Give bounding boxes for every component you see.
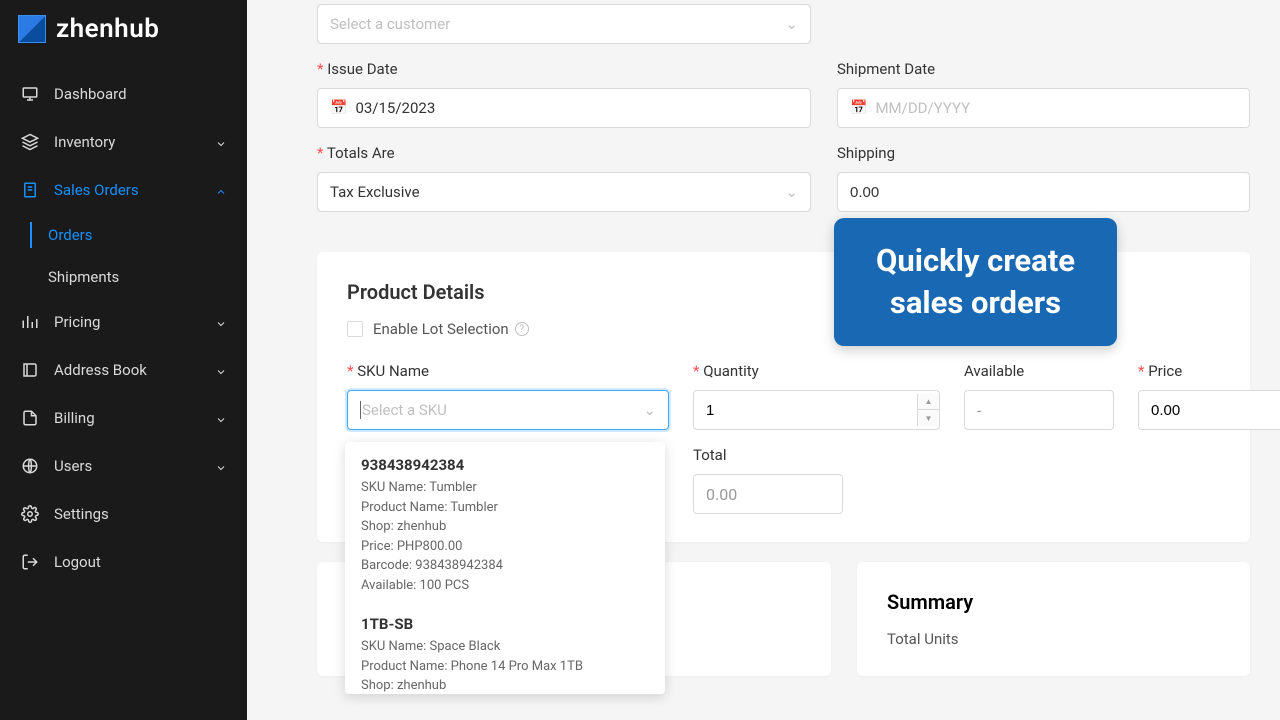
price-label: Price (1138, 362, 1280, 380)
price-value[interactable] (1139, 402, 1280, 419)
enable-lot-label: Enable Lot Selection (373, 320, 509, 338)
logout-icon (20, 552, 40, 572)
stepper-up-button[interactable]: ▲ (918, 394, 939, 410)
brand-logo-icon (18, 15, 46, 43)
total-label: Total (693, 446, 843, 464)
sku-option-productname: Product Name: Phone 14 Pro Max 1TB (361, 657, 649, 677)
nav-label: Billing (54, 409, 215, 427)
sku-option-2[interactable]: 1TB-SB SKU Name: Space Black Product Nam… (345, 605, 665, 694)
price-input[interactable]: ▲ ▼ (1138, 390, 1280, 430)
summary-total-units-label: Total Units (887, 630, 1220, 648)
chevron-down-icon: ⌄ (785, 15, 798, 33)
help-icon[interactable]: ? (515, 322, 529, 336)
nav-label: Pricing (54, 313, 215, 331)
available-value: - (964, 390, 1114, 430)
nav-label: Sales Orders (54, 181, 215, 199)
sku-dropdown-menu: 938438942384 SKU Name: Tumbler Product N… (345, 442, 665, 694)
brand-name: zhenhub (56, 14, 159, 44)
sku-option-shop: Shop: zhenhub (361, 517, 649, 537)
callout-line-2: sales orders (876, 282, 1075, 324)
sku-option-shop: Shop: zhenhub (361, 676, 649, 694)
totals-are-select[interactable]: Tax Exclusive ⌄ (317, 172, 811, 212)
sidebar-item-sales-orders[interactable]: Sales Orders (0, 166, 247, 214)
sku-option-barcode: Barcode: 938438942384 (361, 556, 649, 576)
shipping-label: Shipping (837, 144, 1250, 162)
logo: zhenhub (0, 0, 247, 62)
calendar-icon: 📅 (850, 100, 867, 116)
shipment-date-input[interactable]: 📅 MM/DD/YYYY (837, 88, 1250, 128)
sku-option-skuname: SKU Name: Tumbler (361, 478, 649, 498)
promo-callout: Quickly create sales orders (834, 218, 1117, 346)
sidebar-subitem-shipments[interactable]: Shipments (0, 256, 247, 298)
chevron-down-icon (215, 460, 227, 472)
stepper-down-button[interactable]: ▼ (918, 410, 939, 426)
sku-option-available: Available: 100 PCS (361, 576, 649, 596)
sidebar-item-logout[interactable]: Logout (0, 538, 247, 586)
chevron-down-icon (215, 136, 227, 148)
gear-icon (20, 504, 40, 524)
sidebar-item-address-book[interactable]: Address Book (0, 346, 247, 394)
quantity-label: Quantity (693, 362, 940, 380)
sku-option-code: 1TB-SB (361, 615, 649, 633)
nav-label: Logout (54, 553, 227, 571)
callout-line-1: Quickly create (876, 240, 1075, 282)
issue-date-label: Issue Date (317, 60, 811, 78)
sku-option-skuname: SKU Name: Space Black (361, 637, 649, 657)
file-icon (20, 408, 40, 428)
enable-lot-checkbox[interactable] (347, 321, 363, 337)
customer-placeholder: Select a customer (330, 15, 450, 33)
sku-placeholder: Select a SKU (360, 401, 447, 419)
shipment-date-placeholder: MM/DD/YYYY (875, 99, 970, 117)
clipboard-icon (20, 180, 40, 200)
layers-icon (20, 132, 40, 152)
totals-are-label: Totals Are (317, 144, 811, 162)
sku-name-label: SKU Name (347, 362, 669, 380)
sku-option-price: Price: PHP800.00 (361, 537, 649, 557)
sidebar-item-billing[interactable]: Billing (0, 394, 247, 442)
sku-select[interactable]: Select a SKU ⌄ (347, 390, 669, 430)
chevron-down-icon: ⌄ (643, 401, 656, 419)
sidebar-item-pricing[interactable]: Pricing (0, 298, 247, 346)
nav-label: Settings (54, 505, 227, 523)
nav-label: Address Book (54, 361, 215, 379)
sidebar-item-users[interactable]: Users (0, 442, 247, 490)
sidebar-item-settings[interactable]: Settings (0, 490, 247, 538)
summary-card: Summary Total Units (857, 562, 1250, 676)
quantity-input[interactable]: ▲ ▼ (693, 390, 940, 430)
sidebar-subitem-orders[interactable]: Orders (0, 214, 247, 256)
sku-option-code: 938438942384 (361, 456, 649, 474)
chevron-down-icon (215, 364, 227, 376)
quantity-value[interactable] (694, 402, 917, 419)
available-label: Available (964, 362, 1114, 380)
shipping-input[interactable] (837, 172, 1250, 212)
calendar-icon: 📅 (330, 100, 347, 116)
chart-icon (20, 312, 40, 332)
book-icon (20, 360, 40, 380)
sku-option-productname: Product Name: Tumbler (361, 498, 649, 518)
chevron-up-icon (215, 184, 227, 196)
nav-label: Inventory (54, 133, 215, 151)
chevron-down-icon (215, 316, 227, 328)
issue-date-input[interactable]: 📅 03/15/2023 (317, 88, 811, 128)
globe-icon (20, 456, 40, 476)
sidebar: zhenhub Dashboard Inventory Sales Orders… (0, 0, 247, 720)
totals-are-value: Tax Exclusive (330, 183, 420, 201)
shipment-date-label: Shipment Date (837, 60, 1250, 78)
customer-select[interactable]: Select a customer ⌄ (317, 4, 811, 44)
chevron-down-icon (215, 412, 227, 424)
sidebar-item-dashboard[interactable]: Dashboard (0, 70, 247, 118)
monitor-icon (20, 84, 40, 104)
summary-title: Summary (887, 590, 1220, 614)
sidebar-item-inventory[interactable]: Inventory (0, 118, 247, 166)
nav-label: Users (54, 457, 215, 475)
chevron-down-icon: ⌄ (785, 183, 798, 201)
issue-date-value: 03/15/2023 (355, 99, 435, 117)
nav-label: Dashboard (54, 85, 227, 103)
sku-option-1[interactable]: 938438942384 SKU Name: Tumbler Product N… (345, 446, 665, 605)
total-value: 0.00 (693, 474, 843, 514)
